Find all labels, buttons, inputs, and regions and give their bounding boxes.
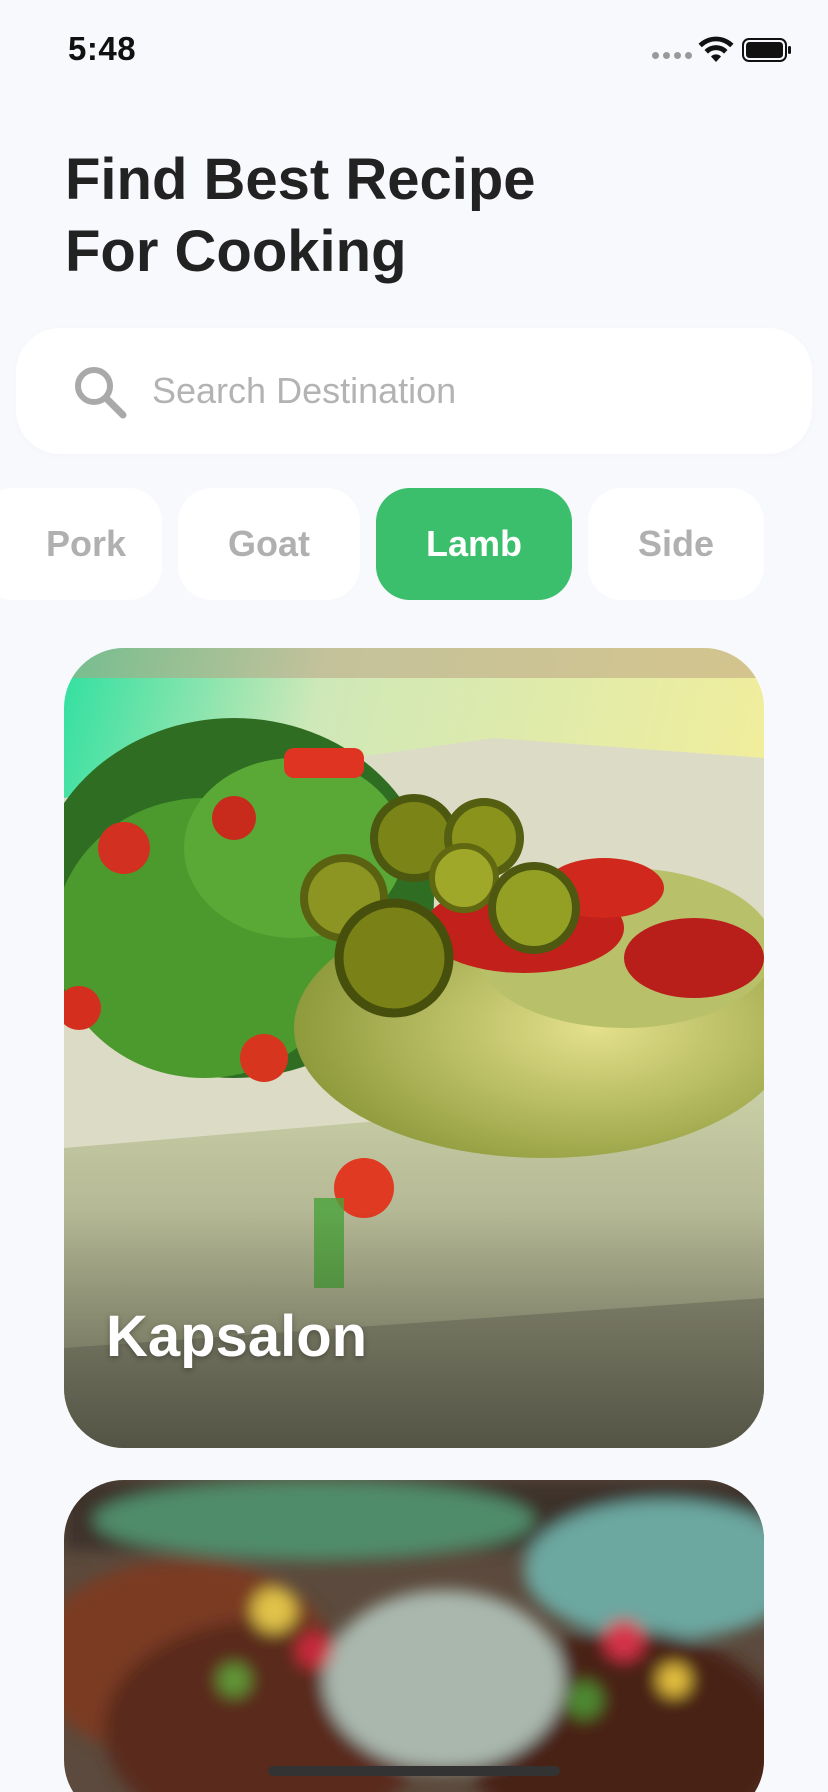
category-chip-pork[interactable]: Pork <box>0 488 162 600</box>
cellular-signal-icon <box>652 52 692 59</box>
recipe-card[interactable]: Kapsalon <box>64 648 764 1448</box>
recipe-card[interactable] <box>64 1480 764 1792</box>
battery-icon <box>742 38 791 62</box>
category-chip-side[interactable]: Side <box>588 488 764 600</box>
category-chip-label: Pork <box>45 523 127 564</box>
category-chip-label: Goat <box>227 523 310 564</box>
recipe-title: Kapsalon <box>106 1304 368 1369</box>
app-screen: 5:48 Find Best Recipe For Cooking Pork G <box>0 0 828 1792</box>
status-time: 5:48 <box>68 30 137 67</box>
home-indicator <box>268 1766 560 1776</box>
recipe-image <box>64 1480 764 1792</box>
wifi-icon <box>698 36 734 62</box>
page-title-line2: For Cooking <box>65 219 407 284</box>
page-title-line1: Find Best Recipe <box>65 147 536 212</box>
page-title: Find Best Recipe For Cooking <box>65 144 765 288</box>
category-chip-label: Side <box>637 523 715 564</box>
search-bar[interactable] <box>16 328 812 454</box>
search-icon <box>75 367 127 419</box>
category-chip-label: Lamb <box>425 523 522 564</box>
search-input[interactable] <box>152 358 772 424</box>
status-bar: 5:48 <box>0 0 828 100</box>
category-chip-lamb[interactable]: Lamb <box>376 488 572 600</box>
category-chip-goat[interactable]: Goat <box>178 488 360 600</box>
